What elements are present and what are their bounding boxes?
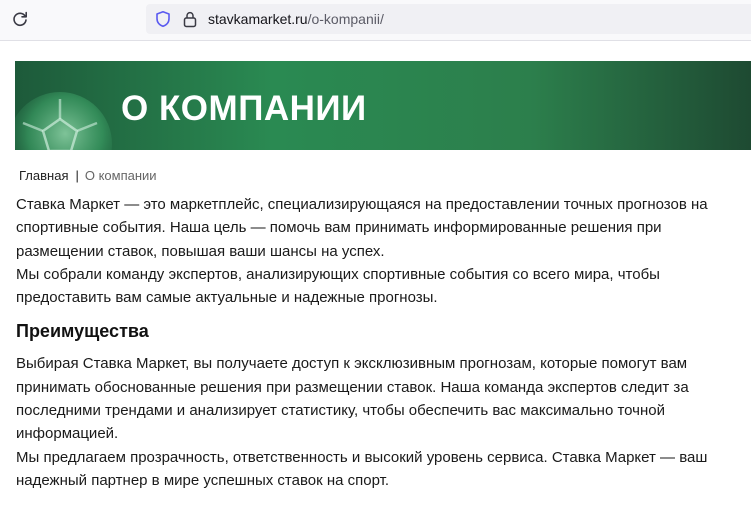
advantages-paragraph: Мы предлагаем прозрачность, ответственно… [16, 448, 708, 489]
advantages-heading: Преимущества [16, 321, 149, 342]
page-content: О КОМПАНИИ Главная | О компании Ставка Мар… [0, 41, 751, 525]
url-host: stavkamarket.ru [208, 11, 308, 27]
advantages-paragraph: Выбирая Ставка Маркет, вы получаете дост… [16, 355, 689, 443]
article-body: Ставка Маркет — это маркетплейс, специал… [16, 193, 731, 492]
intro-paragraph: Ставка Маркет — это маркетплейс, специал… [16, 196, 708, 260]
football-icon [15, 92, 112, 150]
breadcrumb-current: О компании [84, 168, 157, 183]
lock-icon[interactable] [182, 10, 198, 28]
url-text[interactable]: stavkamarket.ru/o-kompanii/ [208, 11, 384, 27]
hero-banner: О КОМПАНИИ [15, 61, 751, 150]
breadcrumb-separator: | [75, 168, 79, 183]
shield-icon[interactable] [154, 10, 172, 28]
intro-paragraph: Мы собрали команду экспертов, анализирую… [16, 265, 660, 307]
address-bar[interactable]: stavkamarket.ru/o-kompanii/ [146, 4, 751, 34]
page-title: О КОМПАНИИ [121, 89, 367, 128]
breadcrumb: Главная | О компании [19, 168, 157, 184]
browser-toolbar: stavkamarket.ru/o-kompanii/ [0, 0, 751, 41]
url-path: /o-kompanii/ [307, 11, 384, 27]
breadcrumb-home-link[interactable]: Главная [19, 168, 68, 183]
reload-icon[interactable] [8, 7, 32, 31]
